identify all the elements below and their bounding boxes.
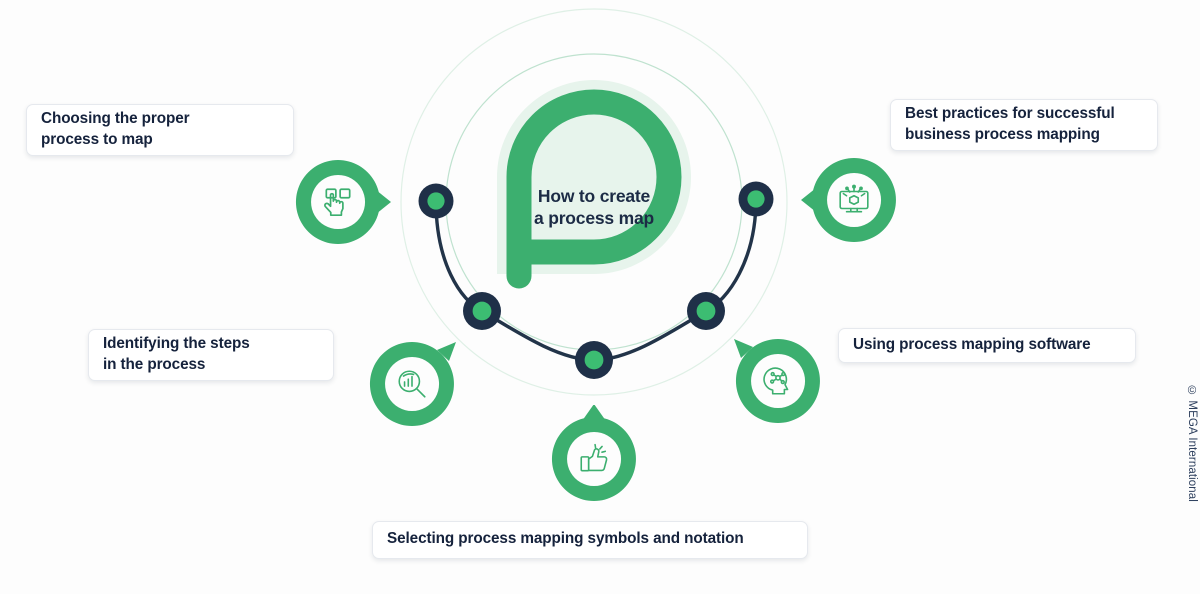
step-label-selecting-process-mapping-symbols-and-notation[interactable]: Selecting process mapping symbols and no…	[372, 521, 808, 559]
step-icon-identifying-the-steps-in-the-process[interactable]	[369, 342, 456, 426]
monitor-network-icon	[839, 184, 869, 213]
head-network-icon	[763, 367, 789, 395]
infographic-canvas: How to create a process map Choosing the…	[0, 0, 1200, 594]
step-icon-choosing-the-proper-process-to-map[interactable]	[295, 160, 391, 244]
step-icon-best-practices-for-successful-business-process-mapping[interactable]	[801, 158, 896, 242]
node-bottom	[575, 341, 613, 379]
step-icon-using-process-mapping-software[interactable]	[734, 339, 820, 423]
step-label-choosing-the-proper-process-to-map[interactable]: Choosing the proper process to map	[26, 104, 294, 156]
node-top-left	[418, 183, 454, 219]
thumbs-up-icon	[580, 443, 608, 472]
step-label-best-practices-for-successful-business-process-mapping[interactable]: Best practices for successful business p…	[890, 99, 1158, 151]
hand-pointer-icon	[324, 188, 351, 217]
step-label-using-process-mapping-software[interactable]: Using process mapping software	[838, 328, 1136, 363]
hub-title: How to create a process map	[534, 186, 654, 229]
node-top-right	[738, 181, 774, 217]
magnifier-chart-icon	[398, 370, 426, 398]
node-mid-right	[687, 292, 725, 330]
step-label-identifying-the-steps-in-the-process[interactable]: Identifying the steps in the process	[88, 329, 334, 381]
node-mid-left	[463, 292, 501, 330]
copyright-credit: © MEGA International	[1186, 385, 1198, 502]
step-icon-selecting-process-mapping-symbols-and-notation[interactable]	[551, 405, 636, 501]
